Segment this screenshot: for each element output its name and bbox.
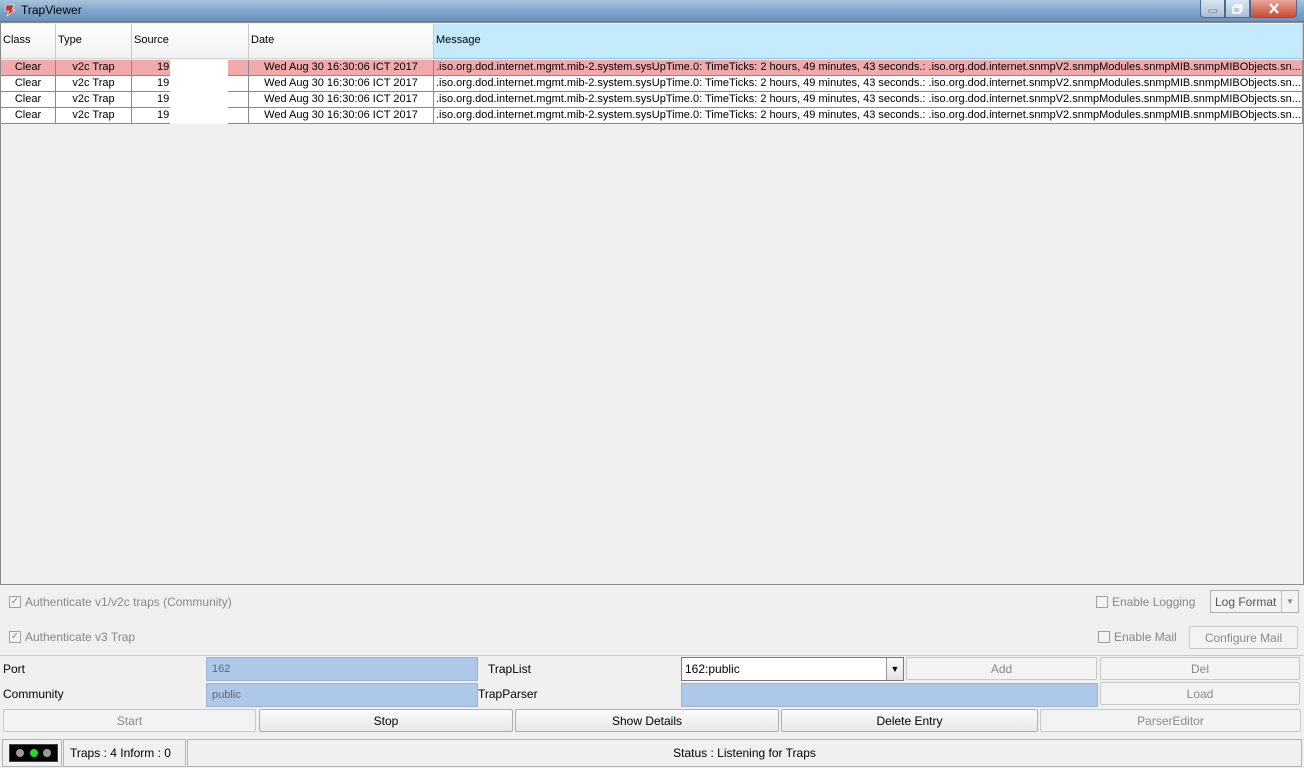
parser-editor-button[interactable]: ParserEditor [1040, 709, 1301, 732]
table-header: Class Type Source Date Message [1, 24, 1303, 59]
delete-entry-button[interactable]: Delete Entry [781, 709, 1038, 732]
cell-source: 19 [132, 92, 249, 108]
cell-date: Wed Aug 30 16:30:06 ICT 2017 [249, 76, 434, 92]
divider [0, 655, 1304, 656]
app-icon [4, 4, 16, 17]
cell-class: Clear [1, 76, 56, 92]
cell-class: Clear [1, 92, 56, 108]
cell-source-text: 19 [157, 61, 170, 73]
enable-logging-checkbox-row[interactable]: Enable Logging [1096, 595, 1195, 609]
cell-date: Wed Aug 30 16:30:06 ICT 2017 [249, 108, 434, 124]
close-icon [1268, 3, 1279, 14]
chevron-down-icon: ▼ [1281, 591, 1298, 612]
table-row[interactable]: Clear v2c Trap 19 Wed Aug 30 16:30:06 IC… [1, 76, 1303, 92]
show-details-button[interactable]: Show Details [515, 709, 779, 732]
start-button[interactable]: Start [3, 709, 256, 732]
restore-button[interactable] [1225, 0, 1250, 18]
trapparser-label: TrapParser [478, 687, 538, 701]
status-light-right [43, 749, 52, 757]
cell-source: 19 [132, 108, 249, 124]
enable-logging-checkbox[interactable] [1096, 596, 1108, 608]
table-body: Clear v2c Trap 19 Wed Aug 30 16:30:06 IC… [1, 60, 1303, 124]
table-row[interactable]: Clear v2c Trap 19 Wed Aug 30 16:30:06 IC… [1, 108, 1303, 124]
auth-v1v2c-checkbox[interactable]: ✓ [9, 596, 21, 608]
enable-mail-checkbox[interactable] [1098, 631, 1110, 643]
restore-icon [1232, 3, 1243, 14]
auth-v1v2c-label: Authenticate v1/v2c traps (Community) [25, 595, 232, 609]
community-label: Community [3, 687, 64, 701]
chevron-down-icon: ▼ [886, 658, 903, 680]
redaction-block [170, 108, 228, 124]
cell-message: .iso.org.dod.internet.mgmt.mib-2.system.… [434, 60, 1303, 76]
table-row[interactable]: Clear v2c Trap 19 Wed Aug 30 16:30:06 IC… [1, 60, 1303, 76]
status-message: Status : Listening for Traps [187, 739, 1302, 767]
cell-source: 19 [132, 76, 249, 92]
cell-source-text: 19 [157, 93, 170, 105]
auth-v3-checkbox[interactable]: ✓ [9, 631, 21, 643]
column-header-source[interactable]: Source [132, 24, 249, 59]
community-field[interactable]: public [206, 683, 478, 707]
cell-message: .iso.org.dod.internet.mgmt.mib-2.system.… [434, 76, 1303, 92]
trapparser-field[interactable] [681, 683, 1098, 707]
cell-message: .iso.org.dod.internet.mgmt.mib-2.system.… [434, 92, 1303, 108]
column-header-class[interactable]: Class [1, 24, 56, 59]
status-lights-icon [9, 744, 58, 762]
cell-class: Clear [1, 60, 56, 76]
stop-button[interactable]: Stop [259, 709, 513, 732]
redaction-block [170, 60, 228, 76]
column-header-date[interactable]: Date [249, 24, 434, 59]
log-format-label: Log Format [1215, 594, 1277, 609]
column-header-type[interactable]: Type [56, 24, 132, 59]
cell-source: 19 [132, 60, 249, 76]
column-header-message[interactable]: Message [434, 24, 1303, 59]
cell-type: v2c Trap [56, 60, 132, 76]
port-label: Port [3, 662, 26, 676]
trap-count: Traps : 4 Inform : 0 [63, 739, 186, 767]
cell-class: Clear [1, 108, 56, 124]
status-bar: Traps : 4 Inform : 0 Status : Listening … [0, 737, 1304, 768]
cell-type: v2c Trap [56, 92, 132, 108]
traplist-select[interactable]: 162:public ▼ [681, 657, 904, 681]
cell-date: Wed Aug 30 16:30:06 ICT 2017 [249, 60, 434, 76]
cell-source-text: 19 [157, 109, 170, 121]
add-button[interactable]: Add [906, 657, 1097, 680]
log-format-select[interactable]: Log Format ▼ [1210, 590, 1299, 613]
enable-logging-label: Enable Logging [1112, 595, 1196, 609]
port-field[interactable]: 162 [206, 657, 478, 681]
configure-mail-button[interactable]: Configure Mail [1189, 626, 1298, 649]
auth-v3-checkbox-row[interactable]: ✓ Authenticate v3 Trap [9, 630, 135, 644]
cell-type: v2c Trap [56, 108, 132, 124]
close-button[interactable] [1250, 0, 1297, 18]
cell-message: .iso.org.dod.internet.mgmt.mib-2.system.… [434, 108, 1303, 124]
del-button[interactable]: Del [1100, 657, 1300, 680]
load-button[interactable]: Load [1100, 682, 1300, 705]
redaction-block [170, 92, 228, 108]
table-row[interactable]: Clear v2c Trap 19 Wed Aug 30 16:30:06 IC… [1, 92, 1303, 108]
traplist-label: TrapList [488, 662, 531, 676]
minimize-icon [1208, 9, 1217, 12]
auth-v1v2c-checkbox-row[interactable]: ✓ Authenticate v1/v2c traps (Community) [9, 595, 232, 609]
auth-v3-label: Authenticate v3 Trap [25, 630, 136, 644]
minimize-button[interactable] [1200, 0, 1225, 18]
status-light-left [15, 749, 24, 757]
enable-mail-label: Enable Mail [1114, 630, 1177, 644]
trap-table[interactable]: Class Type Source Date Message Clear v2c… [0, 22, 1304, 585]
redaction-block [170, 76, 228, 92]
status-light-middle [29, 749, 38, 757]
enable-mail-checkbox-row[interactable]: Enable Mail [1098, 630, 1177, 644]
cell-source-text: 19 [157, 77, 170, 89]
title-bar: TrapViewer [0, 0, 1304, 22]
cell-type: v2c Trap [56, 76, 132, 92]
cell-date: Wed Aug 30 16:30:06 ICT 2017 [249, 92, 434, 108]
traplist-value: 162:public [685, 662, 740, 676]
status-lights-box [2, 739, 62, 767]
window-title: TrapViewer [21, 3, 82, 17]
